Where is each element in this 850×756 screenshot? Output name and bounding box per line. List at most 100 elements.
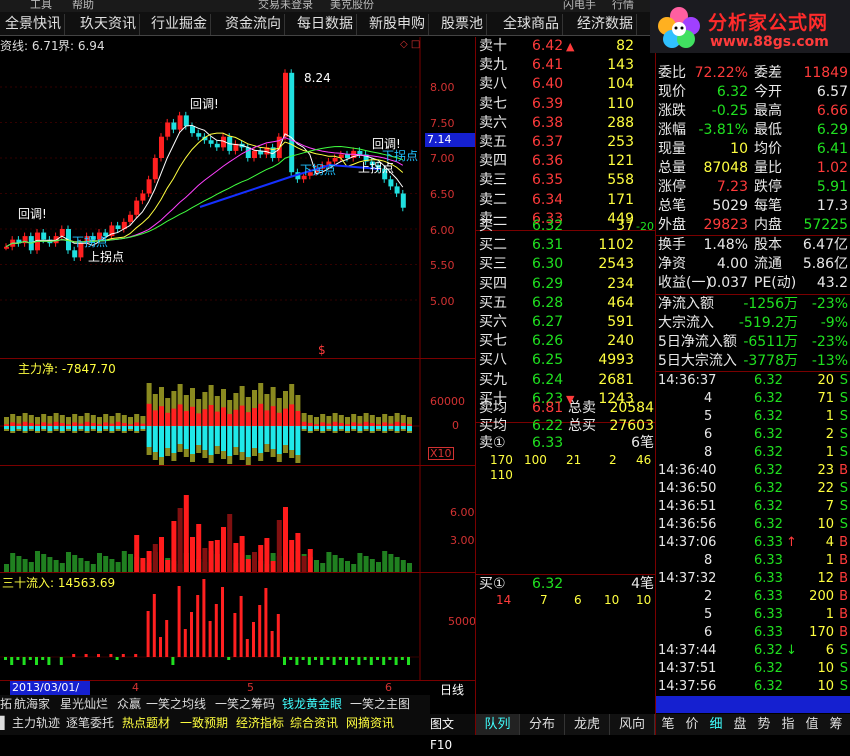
- tab-indicator[interactable]: 一笑之主图: [350, 695, 410, 713]
- trade-status[interactable]: 交易未登录: [258, 0, 313, 11]
- period-selector[interactable]: 日线: [440, 681, 464, 698]
- tick-row[interactable]: 14:37:56 6.32 10 S: [656, 678, 850, 696]
- tab-right[interactable]: 指: [776, 714, 800, 735]
- order-book-row[interactable]: 卖二 6.34 171: [476, 191, 656, 210]
- tab-indicator[interactable]: 众赢: [117, 695, 141, 713]
- fund-bar: [376, 426, 381, 429]
- tab-dragon-tiger[interactable]: 龙虎: [565, 714, 610, 735]
- order-book-row[interactable]: 买七 6.26 240: [476, 332, 656, 351]
- order-book-row[interactable]: 卖五 6.37 253: [476, 133, 656, 152]
- tab-indicator[interactable]: 拓: [0, 695, 12, 713]
- tab-indicator[interactable]: 逐笔委托: [66, 714, 114, 732]
- tab-indicator[interactable]: 主力轨迹: [12, 714, 60, 732]
- tick-row[interactable]: 14:36:56 6.32 10 S: [656, 516, 850, 534]
- tab-right[interactable]: 细: [704, 714, 728, 735]
- order-book-row[interactable]: 卖三 6.35 558: [476, 171, 656, 190]
- tab-queue[interactable]: 队列: [476, 714, 520, 735]
- menu-tools[interactable]: 工具: [30, 0, 52, 11]
- logo-title: 分析家公式网: [708, 12, 829, 34]
- tick-row[interactable]: 14:37:51 6.32 10 S: [656, 660, 850, 678]
- tick-row[interactable]: 6 6.32 2 S: [656, 426, 850, 444]
- tab-indicator[interactable]: 钱龙黄金眼: [282, 695, 342, 713]
- order-book-row[interactable]: 买二 6.31 1102: [476, 236, 656, 255]
- tab-indicator[interactable]: 综合资讯: [290, 714, 338, 732]
- tab-ipo[interactable]: 新股申购: [366, 14, 429, 35]
- tab-indicator[interactable]: ▌: [0, 714, 9, 732]
- tick-list[interactable]: 14:36:37 6.32 20 S 4 6.32 71 S 5 6.32 1 S 6 6.32 2 S 8 6.…: [656, 372, 850, 714]
- tick-row[interactable]: 5 6.33 1 B: [656, 606, 850, 624]
- tick-row[interactable]: 14:36:37 6.32 20 S: [656, 372, 850, 390]
- order-book-row[interactable]: 卖四 6.36 121: [476, 152, 656, 171]
- tab-global-commodities[interactable]: 全球商品: [500, 14, 563, 35]
- tab-distribution[interactable]: 分布: [520, 714, 565, 735]
- tab-indicator[interactable]: 航海家: [14, 695, 50, 713]
- tab-panorama[interactable]: 全景快讯: [2, 14, 65, 35]
- tick-row[interactable]: 8 6.33 1 B: [656, 552, 850, 570]
- order-book-row[interactable]: 买六 6.27 591: [476, 313, 656, 332]
- tab-right[interactable]: 价: [680, 714, 704, 735]
- flow-bar: [190, 612, 193, 657]
- order-book-row[interactable]: 买四 6.29 234: [476, 275, 656, 294]
- order-book-row[interactable]: 买九 6.24 2681: [476, 371, 656, 390]
- tab-indicator[interactable]: 热点题材: [122, 714, 170, 732]
- tick-row[interactable]: 6 6.33 170 B: [656, 624, 850, 642]
- tab-right[interactable]: 笔: [656, 714, 680, 735]
- fund-bar: [171, 408, 177, 426]
- tab-daily-data[interactable]: 每日数据: [294, 14, 357, 35]
- volume-bar: [53, 560, 59, 572]
- tick-row[interactable]: 14:36:50 6.32 22 S: [656, 480, 850, 498]
- tab-industry[interactable]: 行业掘金: [148, 14, 211, 35]
- tab-indicator[interactable]: 星光灿烂: [60, 695, 108, 713]
- tab-right[interactable]: 筹: [824, 714, 848, 735]
- order-book-row[interactable]: 卖九 6.41 143: [476, 56, 656, 75]
- f10-button[interactable]: 图文F10: [430, 714, 476, 752]
- tab-indicator[interactable]: 经济指标: [236, 714, 284, 732]
- menu-help[interactable]: 帮助: [72, 0, 94, 11]
- tab-stock-pool[interactable]: 股票池: [438, 14, 487, 35]
- stat-row: 总笔 5029 每笔 17.3: [656, 197, 850, 216]
- menu-quote[interactable]: 行情: [612, 0, 634, 11]
- tab-economic-data[interactable]: 经济数据: [574, 14, 637, 35]
- tab-right[interactable]: 盘: [728, 714, 752, 735]
- tick-side: B: [839, 625, 848, 640]
- candle: [140, 193, 146, 201]
- stat-value: 1.48%: [703, 237, 748, 253]
- tab-indicator[interactable]: 网摘资讯: [346, 714, 394, 732]
- order-book-row[interactable]: 卖六 6.38 288: [476, 114, 656, 133]
- tick-row[interactable]: 8 6.32 1 S: [656, 444, 850, 462]
- volume-bar: [66, 552, 71, 572]
- tab-right[interactable]: 势: [752, 714, 776, 735]
- tab-fund-flow[interactable]: 资金流向: [222, 14, 285, 35]
- tick-row[interactable]: 5 6.32 1 S: [656, 408, 850, 426]
- main-force-chart[interactable]: 主力净: -7847.70 60000 0 X10: [0, 359, 475, 465]
- order-book-row[interactable]: 卖七 6.39 110: [476, 95, 656, 114]
- tick-row[interactable]: 14:36:51 6.32 7 S: [656, 498, 850, 516]
- stat-row: 净资 4.00 流通 5.86亿: [656, 255, 850, 274]
- tab-jiutian-news[interactable]: 玖天资讯: [77, 14, 140, 35]
- volume-bar: [97, 553, 102, 572]
- tab-right[interactable]: 值: [800, 714, 824, 735]
- fund-bar: [90, 423, 96, 426]
- order-book-row[interactable]: 买三 6.30 2543: [476, 255, 656, 274]
- order-book-row[interactable]: 买五 6.28 464: [476, 294, 656, 313]
- tick-row[interactable]: 4 6.32 71 S: [656, 390, 850, 408]
- tab-indicator[interactable]: 一笑之筹码: [215, 695, 275, 713]
- inflow-chart[interactable]: 三十流入: 14563.69 5000: [0, 573, 476, 680]
- tab-indicator[interactable]: 一致预期: [180, 714, 228, 732]
- tab-wind[interactable]: 风向: [610, 714, 655, 735]
- order-book-row[interactable]: 买一 6.32 37 -20: [476, 217, 656, 236]
- tick-row[interactable]: 14:37:44 6.32 ↓ 6 S: [656, 642, 850, 660]
- order-book-row[interactable]: 卖八 6.40 104: [476, 75, 656, 94]
- tick-row[interactable]: 14:37:06 6.33 ↑ 4 B: [656, 534, 850, 552]
- order-book-row[interactable]: 卖十 6.42 82 ▲: [476, 37, 656, 56]
- kline-chart[interactable]: 资线: 6.71 界: 6.94 ◇ □ 8.24 7.14 回调! 回调! 回…: [0, 37, 475, 359]
- tick-row[interactable]: 2 6.33 200 B: [656, 588, 850, 606]
- menu-flash-trade[interactable]: 闪电手: [563, 0, 596, 11]
- tab-indicator[interactable]: 一笑之均线: [146, 695, 206, 713]
- tick-row[interactable]: 14:37:32 6.33 12 B: [656, 570, 850, 588]
- order-book-row[interactable]: 买八 6.25 4993: [476, 351, 656, 370]
- volume-chart[interactable]: 6.00 3.00: [0, 466, 475, 572]
- tick-row[interactable]: 14:36:40 6.32 23 B: [656, 462, 850, 480]
- fund-bar: [326, 426, 332, 429]
- flow-bar: [208, 621, 212, 657]
